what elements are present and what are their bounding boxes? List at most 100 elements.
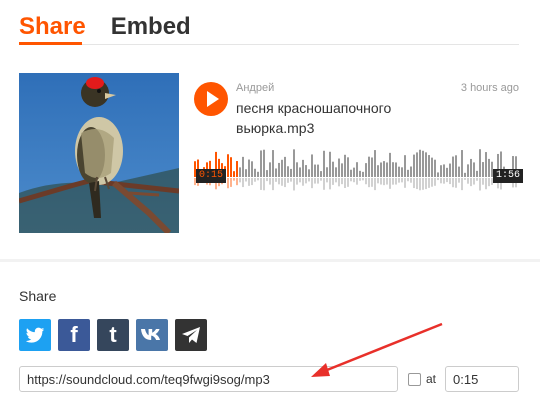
waveform-bar xyxy=(407,169,409,177)
uploader-name[interactable]: Андрей xyxy=(236,82,274,94)
waveform-bar-reflection xyxy=(416,178,418,190)
waveform-bar-reflection xyxy=(236,178,238,186)
waveform-bar-reflection xyxy=(293,178,295,191)
tumblr-share-button[interactable]: t xyxy=(97,319,129,351)
waveform-bar xyxy=(296,162,298,177)
waveform-bar-reflection xyxy=(407,178,409,182)
waveform-bar xyxy=(281,159,283,177)
waveform-bar-reflection xyxy=(398,178,400,183)
waveform-bar xyxy=(416,152,418,177)
waveform-bar-reflection xyxy=(353,178,355,183)
waveform-bar xyxy=(431,157,433,177)
share-url-input[interactable] xyxy=(19,366,398,392)
waveform-bar xyxy=(467,164,469,177)
waveform-duration: 1:56 xyxy=(493,169,524,183)
start-at-label: at xyxy=(426,372,437,386)
waveform-bar-reflection xyxy=(326,178,328,183)
waveform-bar xyxy=(365,163,367,177)
waveform-bar-reflection xyxy=(362,178,364,181)
waveform-bar-reflection xyxy=(329,178,331,190)
waveform-bar-reflection xyxy=(443,178,445,184)
waveform-bar xyxy=(278,162,280,177)
waveform-bar-reflection xyxy=(461,178,463,191)
waveform-bar-reflection xyxy=(311,178,313,189)
waveform-bar xyxy=(305,165,307,177)
waveform-bar xyxy=(227,154,229,177)
waveform-bar xyxy=(380,162,382,177)
waveform-bar-reflection xyxy=(260,178,262,190)
waveform-bar-reflection xyxy=(401,178,403,183)
waveform-bar xyxy=(386,162,388,177)
waveform-bar xyxy=(395,162,397,177)
waveform-bar xyxy=(338,158,340,177)
waveform-bar xyxy=(263,149,265,177)
waveform-bar-reflection xyxy=(377,178,379,184)
waveform-bar-reflection xyxy=(269,178,271,185)
waveform-bar-reflection xyxy=(422,178,424,190)
start-at-checkbox[interactable] xyxy=(408,373,421,386)
waveform-bar-reflection xyxy=(467,178,469,184)
waveform-bar xyxy=(473,162,475,177)
waveform-bar xyxy=(287,166,289,177)
waveform-bar-reflection xyxy=(470,178,472,187)
waveform-bar xyxy=(272,150,274,177)
waveform-bar xyxy=(461,150,463,177)
waveform-bar-reflection xyxy=(458,178,460,183)
tab-share[interactable]: Share xyxy=(19,12,86,44)
waveform-bar-reflection xyxy=(299,178,301,183)
telegram-share-button[interactable] xyxy=(175,319,207,351)
waveform-bar xyxy=(419,149,421,177)
waveform-bar xyxy=(353,167,355,177)
waveform-bar-reflection xyxy=(359,178,361,181)
waveform-bar xyxy=(317,164,319,177)
waveform-bar xyxy=(449,163,451,177)
waveform-bar-reflection xyxy=(242,178,244,188)
waveform-bar xyxy=(485,152,487,177)
waveform-bar xyxy=(476,170,478,177)
waveform-bar-reflection xyxy=(431,178,433,187)
waveform-bar xyxy=(311,154,313,177)
track-title[interactable]: песня красношапочного вьюрка.mp3 xyxy=(236,98,436,138)
waveform-bar xyxy=(257,171,259,177)
bird-artwork-image xyxy=(19,73,179,233)
facebook-icon: f xyxy=(70,322,78,347)
waveform-bar xyxy=(266,170,268,177)
waveform-bar xyxy=(440,165,442,177)
waveform-bar xyxy=(392,162,394,177)
share-embed-tabs: Share Embed xyxy=(19,12,191,44)
track-artwork[interactable] xyxy=(19,73,179,233)
waveform-bar-reflection xyxy=(413,178,415,189)
waveform-bar xyxy=(332,161,334,177)
waveform-bar xyxy=(371,157,373,177)
waveform-bar xyxy=(293,149,295,177)
play-button[interactable] xyxy=(194,82,228,116)
start-at-time-input[interactable] xyxy=(445,366,519,392)
waveform-bar xyxy=(299,167,301,177)
waveform-bar xyxy=(368,156,370,177)
waveform-bar-reflection xyxy=(302,178,304,186)
waveform-bar-reflection xyxy=(275,178,277,182)
waveform-bar-reflection xyxy=(320,178,322,181)
waveform-bar xyxy=(401,167,403,177)
waveform-bar-reflection xyxy=(419,178,421,191)
facebook-share-button[interactable]: f xyxy=(58,319,90,351)
waveform-bar xyxy=(260,150,262,177)
waveform-bar xyxy=(326,167,328,177)
waveform-bar-reflection xyxy=(374,178,376,191)
waveform-bar xyxy=(284,156,286,177)
tab-embed[interactable]: Embed xyxy=(111,12,191,44)
twitter-share-button[interactable] xyxy=(19,319,51,351)
waveform-bar-reflection xyxy=(257,178,259,181)
waveform-bar xyxy=(455,155,457,177)
waveform-bar xyxy=(425,152,427,177)
waveform-bar xyxy=(350,169,352,177)
twitter-icon xyxy=(25,327,45,343)
waveform-bar-reflection xyxy=(335,178,337,183)
waveform-bar-reflection xyxy=(404,178,406,188)
waveform[interactable] xyxy=(194,147,519,192)
vk-share-button[interactable] xyxy=(136,319,168,351)
waveform-bar xyxy=(239,167,241,177)
waveform-bar-reflection xyxy=(356,178,358,185)
waveform-bar xyxy=(470,158,472,177)
waveform-bar-reflection xyxy=(455,178,457,188)
